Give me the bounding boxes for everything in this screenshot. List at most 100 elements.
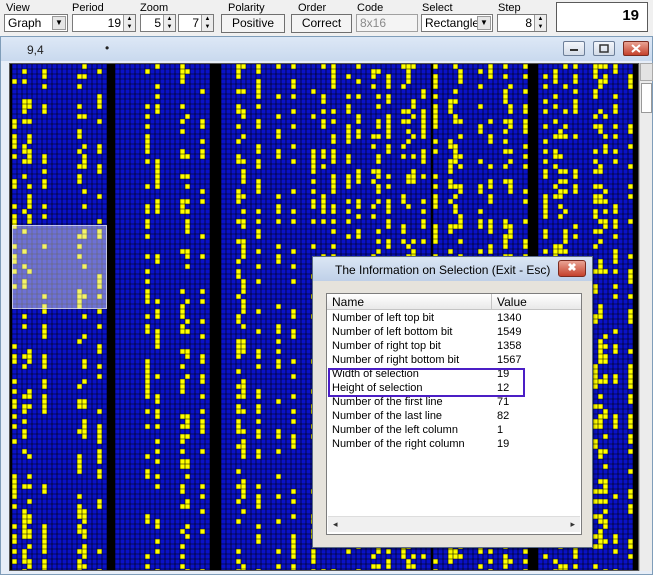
bit-on [241, 444, 246, 449]
bit-on [145, 389, 150, 394]
close-button[interactable] [623, 41, 649, 56]
bit-on [508, 119, 513, 124]
spin-arrows-icon[interactable]: ▲ ▼ [201, 15, 213, 31]
bit-on [421, 94, 426, 99]
vertical-scrollbar[interactable] [639, 63, 653, 571]
chevron-down-icon[interactable]: ▼ [52, 16, 66, 30]
restore-button[interactable] [593, 41, 615, 56]
bit-on [241, 384, 246, 389]
bit-on [241, 244, 246, 249]
scroll-right-icon[interactable]: ▸ [570, 519, 575, 530]
list-item[interactable]: Number of the last line 82 [327, 409, 581, 423]
scroll-left-icon[interactable]: ◂ [333, 519, 338, 530]
list-item[interactable]: Height of selection 12 [327, 381, 581, 395]
list-item[interactable]: Number of right bottom bit 1567 [327, 353, 581, 367]
list-item[interactable]: Width of selection 19 [327, 367, 581, 381]
chevron-down-icon[interactable]: ▼ [477, 16, 491, 30]
column-divider[interactable] [491, 294, 492, 310]
bit-on [613, 344, 618, 349]
bit-on [236, 124, 241, 129]
spin-arrows-icon[interactable]: ▲ ▼ [163, 15, 175, 31]
zoom-stepper-b[interactable]: 7 ▲ ▼ [178, 14, 214, 32]
bit-on [433, 79, 438, 84]
bit-on [200, 254, 205, 259]
list-item[interactable]: Number of left bottom bit 1549 [327, 325, 581, 339]
list-item[interactable]: Number of right top bit 1358 [327, 339, 581, 353]
bit-on [558, 189, 563, 194]
bit-on [180, 384, 185, 389]
column-header-name[interactable]: Name [332, 295, 364, 309]
bit-on [411, 179, 416, 184]
list-item[interactable]: Number of the first line 71 [327, 395, 581, 409]
select-mode-select[interactable]: Rectangle ▼ [421, 14, 493, 32]
list-item[interactable]: Number of left top bit 1340 [327, 311, 581, 325]
bit-on [598, 454, 603, 459]
bit-on [356, 179, 361, 184]
bit-on [433, 94, 438, 99]
bit-on [241, 279, 246, 284]
scroll-up-button[interactable] [640, 63, 653, 81]
zoom-stepper-a[interactable]: 5 ▲ ▼ [140, 14, 176, 32]
bit-on [291, 264, 296, 269]
bit-on [236, 104, 241, 109]
bit-on [453, 114, 458, 119]
polarity-button[interactable]: Positive [221, 14, 285, 33]
bit-on [291, 419, 296, 424]
bit-on [628, 194, 633, 199]
list-item[interactable]: Number of the right column 19 [327, 437, 581, 451]
order-button[interactable]: Correct [291, 14, 352, 33]
dialog-close-button[interactable]: ✖ [558, 260, 586, 277]
bit-on [145, 139, 150, 144]
view-select[interactable]: Graph ▼ [4, 14, 68, 32]
bit-on [603, 464, 608, 469]
bit-on [12, 399, 17, 404]
bit-on [433, 124, 438, 129]
bit-on [241, 224, 246, 229]
bit-on [180, 349, 185, 354]
bit-on [503, 119, 508, 124]
bit-on [478, 549, 483, 554]
bit-on [236, 239, 241, 244]
bit-on [613, 329, 618, 334]
bit-on [593, 384, 598, 389]
bit-on [503, 179, 508, 184]
bit-on [155, 64, 160, 69]
bit-on [543, 74, 548, 79]
bit-on [321, 199, 326, 204]
column-header-value[interactable]: Value [497, 295, 527, 309]
list-item[interactable]: Number of the left column 1 [327, 423, 581, 437]
bit-on [12, 474, 17, 479]
period-stepper[interactable]: 19 ▲ ▼ [72, 14, 136, 32]
bit-on [22, 404, 27, 409]
dialog-titlebar[interactable]: The Information on Selection (Exit - Esc… [313, 257, 592, 281]
bit-on [97, 164, 102, 169]
bit-on [406, 179, 411, 184]
bit-on [598, 339, 603, 344]
bit-on [311, 169, 316, 174]
bit-on [433, 229, 438, 234]
bit-on [180, 199, 185, 204]
item-value: 1340 [497, 312, 522, 324]
bit-on [598, 489, 603, 494]
bit-on [593, 114, 598, 119]
selection-info-list[interactable]: Name Value Number of left top bit 1340 N… [326, 293, 582, 535]
bit-on [321, 194, 326, 199]
bit-on [77, 254, 82, 259]
bit-on [593, 209, 598, 214]
bit-on [12, 489, 17, 494]
bit-on [180, 564, 185, 569]
bit-on [42, 484, 47, 489]
bit-on [508, 104, 513, 109]
horizontal-scrollbar[interactable]: ◂ ▸ [328, 516, 580, 532]
bit-on [523, 144, 528, 149]
spin-arrows-icon[interactable]: ▲ ▼ [534, 15, 546, 31]
bit-on [155, 344, 160, 349]
bit-on [376, 169, 381, 174]
bit-on [543, 99, 548, 104]
minimize-button[interactable] [563, 41, 585, 56]
spin-arrows-icon[interactable]: ▲ ▼ [123, 15, 135, 31]
step-stepper[interactable]: 8 ▲ ▼ [497, 14, 547, 32]
bit-on [22, 529, 27, 534]
bit-on [488, 184, 493, 189]
scroll-thumb[interactable] [641, 83, 652, 113]
